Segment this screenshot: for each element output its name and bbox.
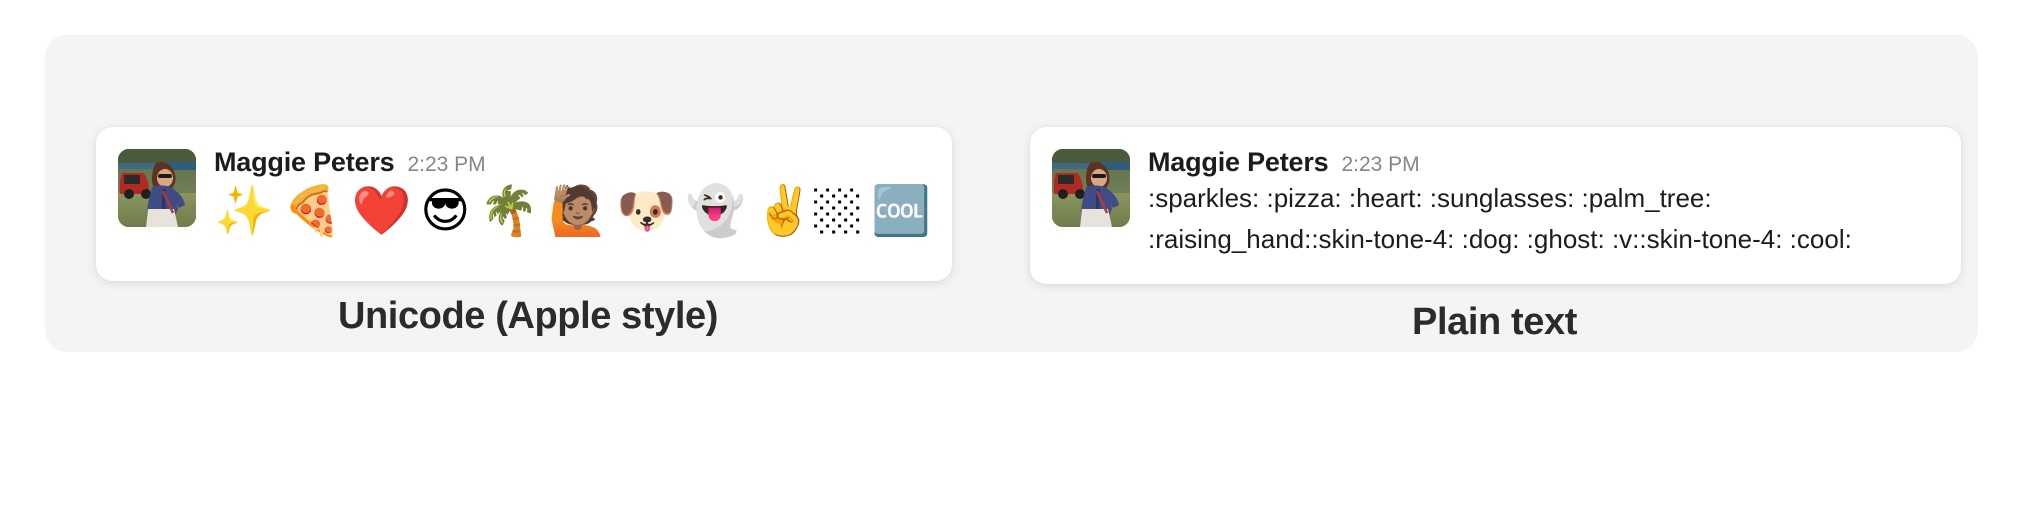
avatar[interactable] bbox=[118, 149, 196, 227]
message-text-line-1: :sparkles: :pizza: :heart: :sunglasses: … bbox=[1148, 183, 1712, 213]
emoji-palm-tree: 🌴 bbox=[479, 183, 540, 239]
emoji-dog: 🐶 bbox=[616, 183, 677, 239]
comparison-panel: Maggie Peters 2:23 PM ✨ 🍕 ❤️ 😎 🌴 🙋🏽 🐶 👻 bbox=[45, 35, 1978, 352]
message-timestamp[interactable]: 2:23 PM bbox=[1341, 154, 1419, 175]
message-card-plaintext: Maggie Peters 2:23 PM :sparkles: :pizza:… bbox=[1030, 127, 1961, 284]
emoji-raising-hand: 🙋🏽 bbox=[548, 183, 608, 239]
column-plaintext: Maggie Peters 2:23 PM :sparkles: :pizza:… bbox=[1011, 35, 1978, 352]
column-unicode: Maggie Peters 2:23 PM ✨ 🍕 ❤️ 😎 🌴 🙋🏽 🐶 👻 bbox=[45, 35, 1011, 352]
message-card-unicode: Maggie Peters 2:23 PM ✨ 🍕 ❤️ 😎 🌴 🙋🏽 🐶 👻 bbox=[96, 127, 952, 281]
message-text-line-2: :raising_hand::skin-tone-4: :dog: :ghost… bbox=[1148, 224, 1852, 254]
emoji-pizza: 🍕 bbox=[282, 183, 343, 239]
caption-plaintext: Plain text bbox=[1412, 301, 1577, 343]
screenshot-root: Maggie Peters 2:23 PM ✨ 🍕 ❤️ 😎 🌴 🙋🏽 🐶 👻 bbox=[0, 0, 2024, 514]
message-body: Maggie Peters 2:23 PM ✨ 🍕 ❤️ 😎 🌴 🙋🏽 🐶 👻 bbox=[214, 149, 931, 240]
message-header: Maggie Peters 2:23 PM bbox=[214, 149, 926, 176]
message-header: Maggie Peters 2:23 PM bbox=[1148, 149, 1935, 176]
emoji-sparkles: ✨ bbox=[214, 183, 274, 239]
author-name[interactable]: Maggie Peters bbox=[214, 149, 395, 176]
emoji-row: ✨ 🍕 ❤️ 😎 🌴 🙋🏽 🐶 👻 ✌️🏼 🆒 bbox=[214, 182, 931, 240]
message-body: Maggie Peters 2:23 PM :sparkles: :pizza:… bbox=[1148, 149, 1935, 260]
emoji-ghost: 👻 bbox=[685, 183, 746, 239]
message-timestamp[interactable]: 2:23 PM bbox=[407, 154, 485, 175]
avatar[interactable] bbox=[1052, 149, 1130, 227]
caption-unicode: Unicode (Apple style) bbox=[337, 295, 719, 337]
emoji-heart: ❤️ bbox=[351, 183, 412, 239]
emoji-sunglasses: 😎 bbox=[420, 183, 471, 239]
emoji-cool-button: 🆒 bbox=[871, 183, 931, 239]
emoji-victory-hand: ✌️🏼 bbox=[754, 183, 863, 239]
author-name[interactable]: Maggie Peters bbox=[1148, 149, 1329, 176]
